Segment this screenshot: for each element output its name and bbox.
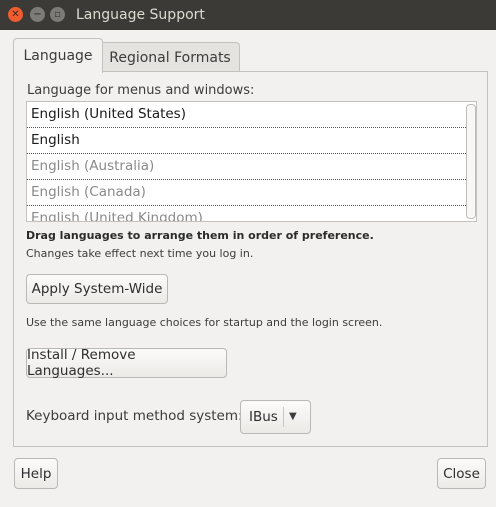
drag-hint: Drag languages to arrange them in order …: [26, 229, 374, 242]
help-button[interactable]: Help: [14, 458, 58, 489]
keyboard-input-method-value: IBus: [249, 409, 278, 425]
title-bar: ✕ − ▫ Language Support: [0, 0, 496, 30]
scrollbar-thumb[interactable]: [466, 104, 476, 219]
window-maximize-button[interactable]: ▫: [50, 7, 65, 22]
same-choices-hint: Use the same language choices for startu…: [26, 316, 383, 329]
tab-language[interactable]: Language: [13, 38, 103, 73]
window-title: Language Support: [76, 7, 205, 23]
close-icon: ✕: [11, 8, 20, 20]
minimize-icon: −: [33, 8, 42, 20]
language-list[interactable]: English (United States) English English …: [26, 101, 477, 222]
dialog-body: Language Regional Formats Language for m…: [0, 30, 496, 507]
close-button[interactable]: Close: [437, 458, 486, 489]
keyboard-input-method-label: Keyboard input method system:: [26, 408, 243, 424]
install-remove-languages-button[interactable]: Install / Remove Languages...: [26, 347, 227, 379]
maximize-icon: ▫: [54, 8, 61, 20]
combo-separator: [283, 407, 284, 427]
list-item[interactable]: English (Canada): [27, 180, 476, 206]
list-item[interactable]: English (Australia): [27, 154, 476, 180]
apply-system-wide-button[interactable]: Apply System-Wide: [26, 274, 168, 304]
list-item[interactable]: English: [27, 128, 476, 154]
window-minimize-button[interactable]: −: [30, 7, 45, 22]
keyboard-input-method-select[interactable]: IBus ▼: [240, 400, 311, 434]
language-tab-panel: Language for menus and windows: English …: [13, 71, 488, 447]
changes-hint: Changes take effect next time you log in…: [26, 247, 254, 260]
menus-language-label: Language for menus and windows:: [27, 83, 255, 98]
tab-regional-formats[interactable]: Regional Formats: [101, 42, 240, 73]
list-item[interactable]: English (United States): [27, 102, 476, 128]
chevron-down-icon: ▼: [289, 411, 297, 422]
list-item[interactable]: English (United Kingdom): [27, 206, 476, 221]
window-close-button[interactable]: ✕: [8, 7, 23, 22]
language-list-scrollbar[interactable]: [465, 104, 476, 219]
